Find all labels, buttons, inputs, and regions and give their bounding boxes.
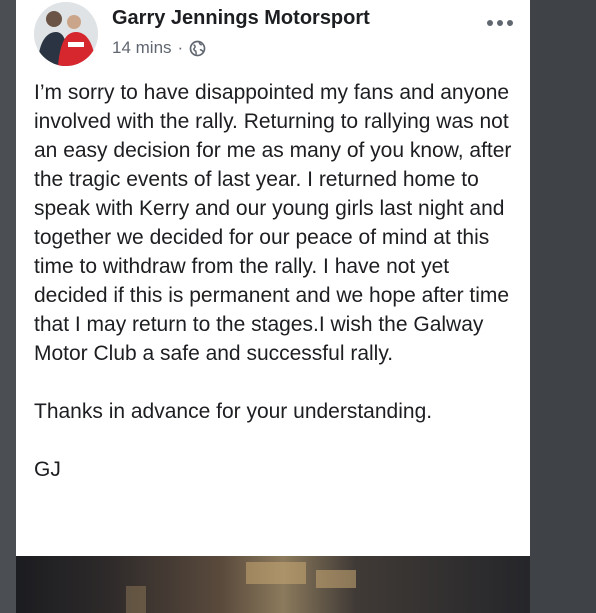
meta-separator: · [177, 38, 184, 57]
dot [487, 20, 493, 26]
globe-icon[interactable] [189, 40, 206, 57]
post-paragraph: I’m sorry to have disappointed my fans a… [34, 81, 512, 365]
background-left-panel [0, 0, 16, 613]
avatar[interactable] [34, 2, 98, 66]
post-body: I’m sorry to have disappointed my fans a… [34, 78, 522, 484]
post-time[interactable]: 14 mins [112, 38, 172, 58]
post-author[interactable]: Garry Jennings Motorsport [112, 7, 370, 30]
post-signature: GJ [34, 458, 61, 481]
background-right-panel [530, 0, 596, 613]
post-card: Garry Jennings Motorsport 14 mins · I’m … [16, 0, 530, 556]
dot [497, 20, 503, 26]
background-photo [16, 556, 530, 613]
dot [507, 20, 513, 26]
avatar-image-icon [34, 2, 98, 66]
more-options-icon[interactable] [483, 14, 517, 32]
post-paragraph: Thanks in advance for your understanding… [34, 400, 433, 423]
post-meta: 14 mins · [112, 38, 206, 58]
